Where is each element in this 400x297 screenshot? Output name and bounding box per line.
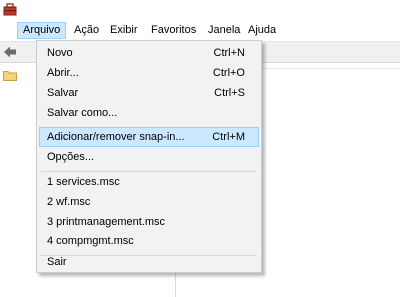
menu-item-recent-4[interactable]: 4 compmgmt.msc (39, 231, 259, 251)
back-arrow-icon[interactable] (3, 45, 17, 59)
menu-arquivo[interactable]: Arquivo (17, 22, 67, 39)
mmc-toolbox-icon (3, 3, 17, 16)
menu-item-sair[interactable]: Sair (39, 252, 259, 272)
menu-item-label: 3 printmanagement.msc (47, 216, 165, 228)
menu-item-salvar[interactable]: Salvar Ctrl+S (39, 83, 259, 103)
menu-item-shortcut: Ctrl+S (214, 87, 245, 99)
menu-favoritos[interactable]: Favoritos (146, 22, 201, 39)
menu-item-label: 1 services.msc (47, 176, 120, 188)
menu-item-recent-2[interactable]: 2 wf.msc (39, 192, 259, 212)
menu-item-label: Sair (47, 256, 67, 268)
menu-item-shortcut: Ctrl+O (212, 67, 245, 79)
menu-item-adicionar-remover-snap-in[interactable]: Adicionar/remover snap-in... Ctrl+M (39, 127, 259, 147)
menu-item-shortcut: Ctrl+M (212, 131, 245, 143)
menu-acao[interactable]: Ação (69, 22, 104, 39)
menu-item-recent-1[interactable]: 1 services.msc (39, 172, 259, 192)
folder-icon[interactable] (3, 70, 17, 81)
menu-item-recent-3[interactable]: 3 printmanagement.msc (39, 212, 259, 232)
menu-item-novo[interactable]: Novo Ctrl+N (39, 43, 259, 63)
menu-item-abrir[interactable]: Abrir... Ctrl+O (39, 63, 259, 83)
menu-item-salvar-como[interactable]: Salvar como... (39, 103, 259, 123)
menu-item-label: Salvar (47, 87, 79, 99)
menu-item-label: Salvar como... (47, 107, 118, 119)
title-bar (0, 0, 400, 20)
menu-item-opcoes[interactable]: Opções... (39, 147, 259, 167)
menu-item-shortcut: Ctrl+N (213, 47, 245, 59)
menu-item-label: 2 wf.msc (47, 196, 91, 208)
menu-item-label: Opções... (47, 151, 95, 163)
file-menu-dropdown: Novo Ctrl+N Abrir... Ctrl+O Salvar Ctrl+… (36, 40, 262, 273)
menu-item-label: Adicionar/remover snap-in... (47, 131, 185, 143)
menu-item-label: Abrir... (47, 67, 79, 79)
menu-janela[interactable]: Janela (203, 22, 245, 39)
menu-ajuda[interactable]: Ajuda (243, 22, 281, 39)
menu-bar: Arquivo Ação Exibir Favoritos Janela Aju… (0, 20, 400, 42)
menu-item-label: 4 compmgmt.msc (47, 235, 134, 247)
menu-exibir[interactable]: Exibir (105, 22, 143, 39)
menu-item-label: Novo (47, 47, 73, 59)
